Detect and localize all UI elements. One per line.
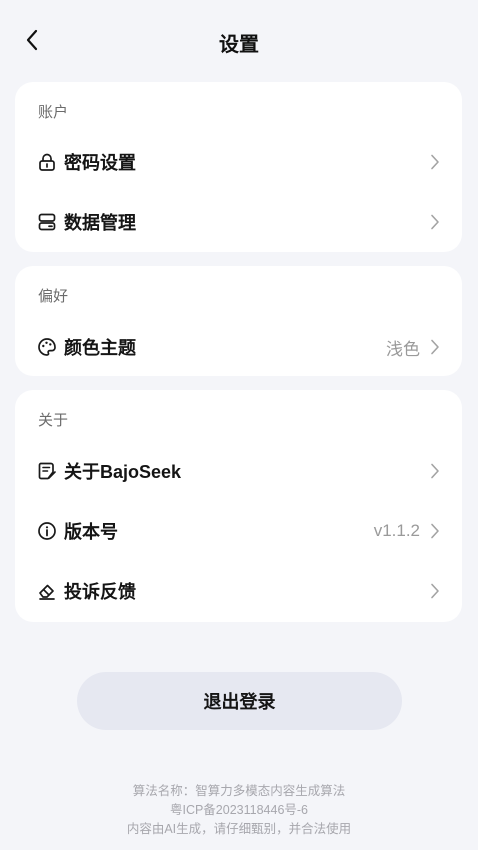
document-icon xyxy=(37,461,57,481)
color-theme-item[interactable]: 颜色主题 浅色 xyxy=(15,317,462,377)
ai-disclaimer-text: 内容由AI生成，请仔细甄别，并合法使用 xyxy=(126,822,352,836)
section-title: 偏好 xyxy=(38,288,69,305)
chevron-right-icon xyxy=(428,213,442,231)
feedback-item[interactable]: 投诉反馈 xyxy=(15,561,462,621)
algorithm-name-text: 算法名称：智算力多模态内容生成算法 xyxy=(132,784,346,798)
logout-button[interactable]: 退出登录 xyxy=(77,672,402,730)
chevron-right-icon xyxy=(428,338,442,356)
password-settings-item[interactable]: 密码设置 xyxy=(15,132,462,192)
preferences-section: 偏好 颜色主题 浅色 xyxy=(15,266,462,376)
lock-icon xyxy=(37,152,57,172)
about-app-item[interactable]: 关于BajoSeek xyxy=(15,441,462,501)
chevron-right-icon xyxy=(428,582,442,600)
section-title: 关于 xyxy=(38,412,69,429)
about-section: 关于 关于BajoSeek 版本号 v1.1.2 投诉反馈 xyxy=(15,390,462,622)
password-settings-label: 密码设置 xyxy=(64,153,136,173)
version-label: 版本号 xyxy=(64,522,118,542)
section-title: 账户 xyxy=(38,104,69,121)
version-value: v1.1.2 xyxy=(373,521,420,540)
feedback-label: 投诉反馈 xyxy=(64,582,136,602)
top-bar: 设置 xyxy=(0,0,478,82)
color-theme-label: 颜色主题 xyxy=(64,338,136,358)
color-theme-value: 浅色 xyxy=(386,339,420,359)
palette-icon xyxy=(37,337,57,357)
footer-disclaimer: 算法名称：智算力多模态内容生成算法 粤ICP备2023118446号-6 内容由… xyxy=(0,782,478,839)
info-icon xyxy=(37,521,57,541)
database-icon xyxy=(37,212,57,232)
chevron-right-icon xyxy=(428,462,442,480)
page-title: 设置 xyxy=(219,34,259,56)
version-item[interactable]: 版本号 v1.1.2 xyxy=(15,501,462,561)
data-management-item[interactable]: 数据管理 xyxy=(15,192,462,252)
icp-license-text: 粤ICP备2023118446号-6 xyxy=(169,803,309,817)
eraser-icon xyxy=(37,581,57,601)
chevron-right-icon xyxy=(428,153,442,171)
data-management-label: 数据管理 xyxy=(64,213,136,233)
account-section: 账户 密码设置 数据管理 xyxy=(15,82,462,252)
chevron-right-icon xyxy=(428,522,442,540)
about-app-label: 关于BajoSeek xyxy=(64,462,182,482)
